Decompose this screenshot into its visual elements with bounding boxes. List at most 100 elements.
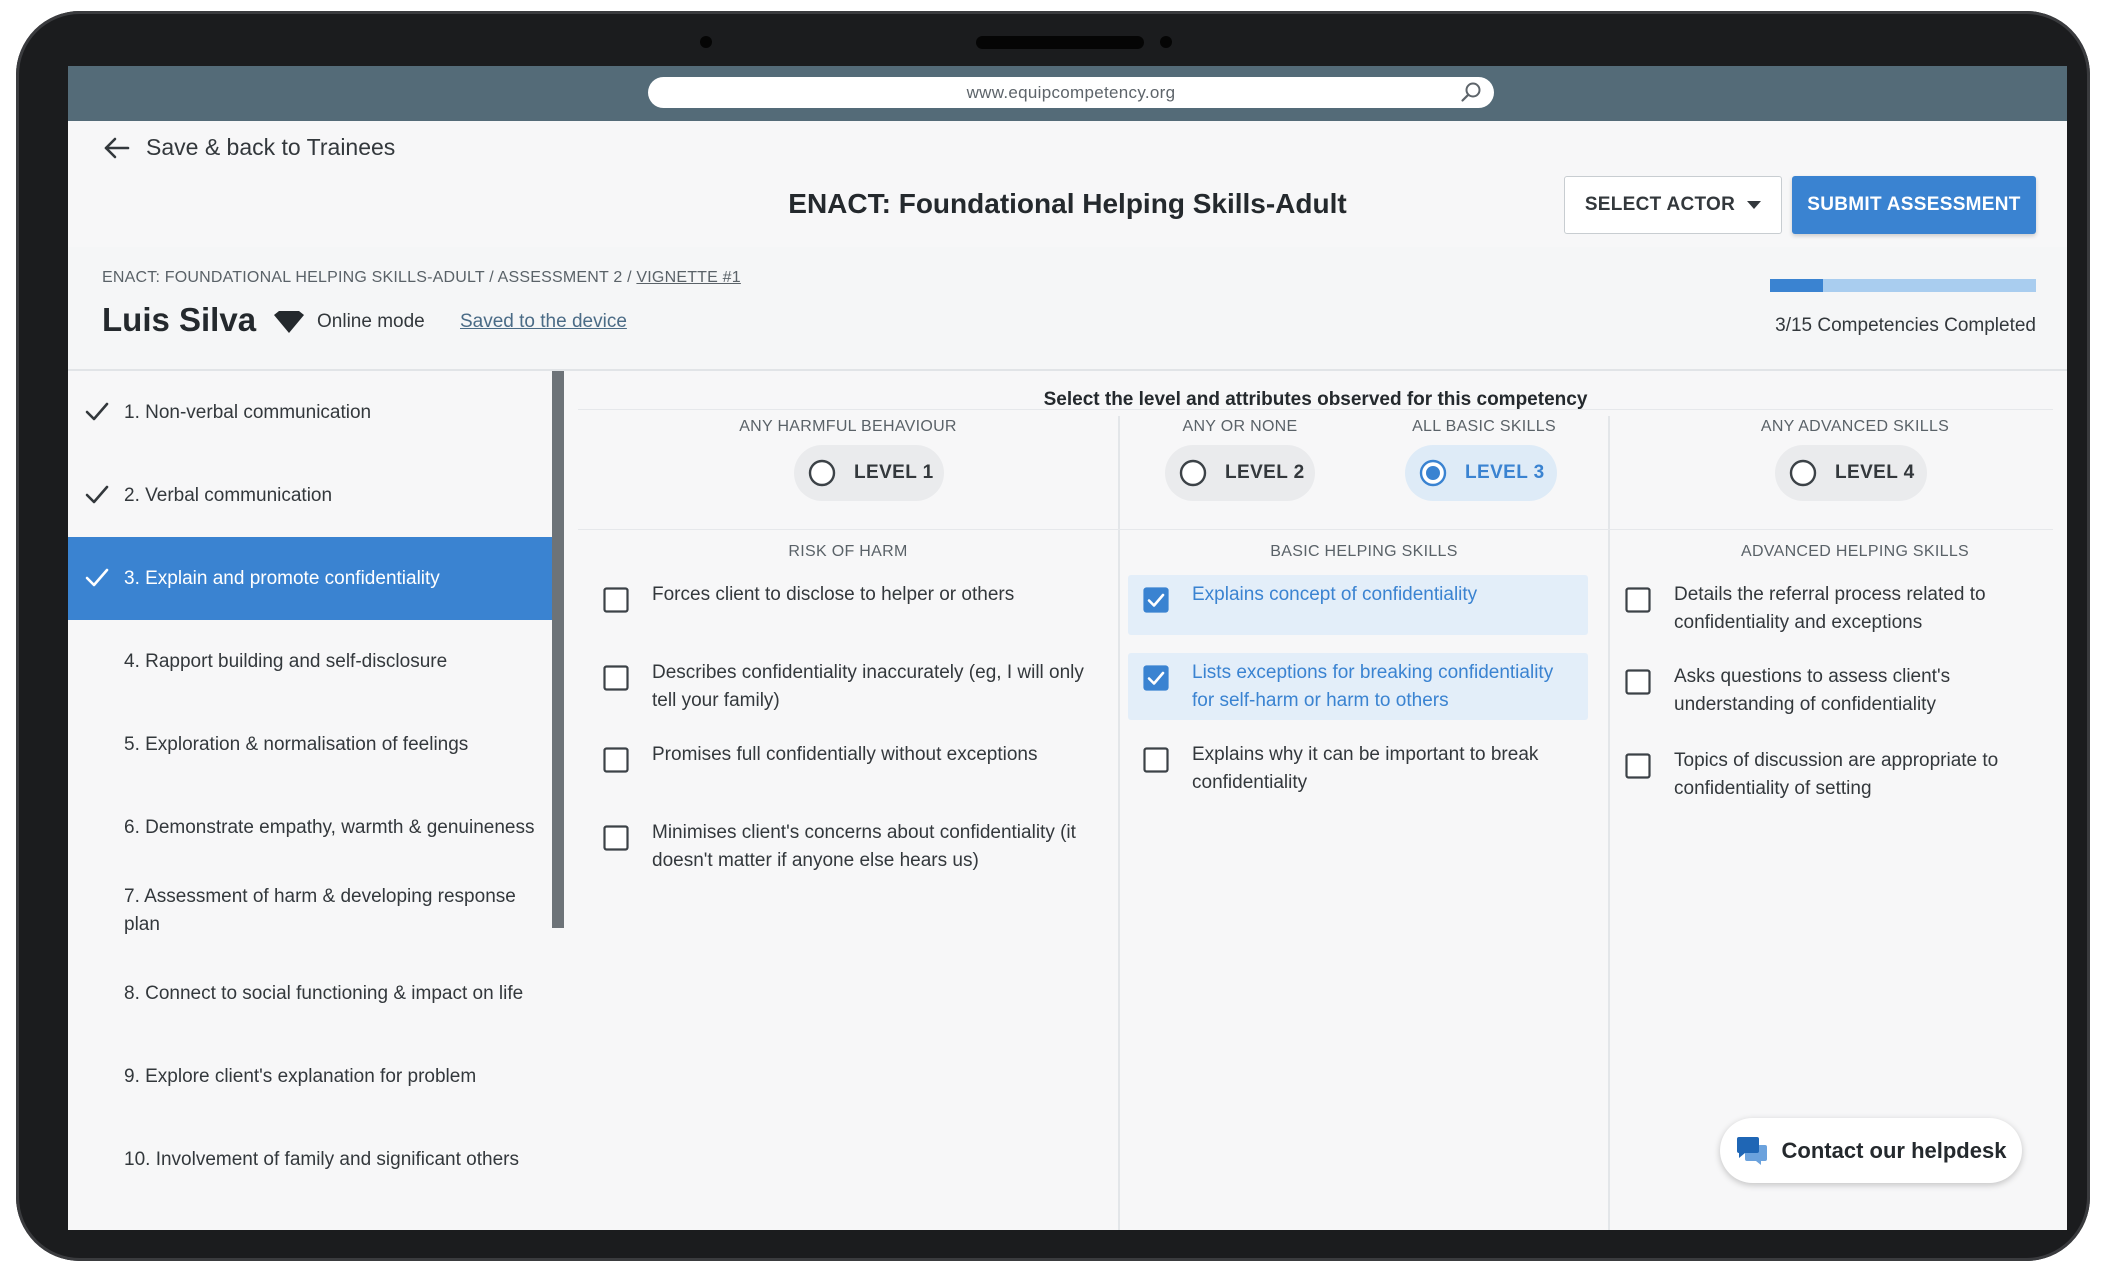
column-divider	[1118, 416, 1120, 1230]
advanced-skill-item[interactable]: Topics of discussion are appropriate to …	[1610, 741, 2067, 809]
radio-selected-icon	[1419, 459, 1447, 487]
search-icon[interactable]	[1460, 81, 1482, 103]
checkbox-empty-icon	[603, 747, 629, 773]
sidebar-item-label: 3. Explain and promote confidentiality	[124, 567, 440, 589]
back-label: Save & back to Trainees	[146, 134, 396, 160]
basic-skill-item[interactable]: Explains concept of confidentiality	[1128, 575, 1588, 635]
progress-label: 3/15 Competencies Completed	[1775, 315, 2036, 336]
checkbox-empty-icon	[1625, 753, 1651, 779]
sidebar-item-5[interactable]: 5. Exploration & normalisation of feelin…	[68, 703, 552, 786]
sidebar-item-label: 8. Connect to social functioning & impac…	[124, 982, 524, 1004]
sensor-dot-icon	[1160, 36, 1172, 48]
breadcrumb-path: ENACT: FOUNDATIONAL HELPING SKILLS-ADULT…	[102, 269, 637, 286]
level-4-option[interactable]: LEVEL 4	[1775, 445, 1927, 501]
level-4-header: ANY ADVANCED SKILLS	[1760, 418, 1950, 435]
radio-unselected-icon	[808, 459, 836, 487]
back-to-trainees-link[interactable]: Save & back to Trainees	[102, 134, 395, 161]
sidebar-item-1[interactable]: 1. Non-verbal communication	[68, 371, 552, 454]
radio-unselected-icon	[1789, 459, 1817, 487]
checkmark-icon	[85, 485, 109, 504]
basic-skill-item[interactable]: Explains why it can be important to brea…	[1128, 735, 1588, 803]
checkbox-empty-icon	[1143, 747, 1169, 773]
mode-label: Online mode	[317, 311, 425, 332]
sidebar-item-label: 7. Assessment of harm & developing respo…	[124, 885, 516, 935]
sidebar-item-9[interactable]: 9. Explore client's explanation for prob…	[68, 1035, 552, 1118]
risk-of-harm-header: RISK OF HARM	[788, 543, 908, 560]
sidebar-scrollbar[interactable]	[552, 371, 564, 928]
submit-assessment-button[interactable]: SUBMIT ASSESSMENT	[1792, 176, 2036, 234]
risk-of-harm-item[interactable]: Minimises client's concerns about confid…	[588, 813, 1108, 881]
basic-skill-item-text: Explains why it can be important to brea…	[1192, 744, 1539, 793]
row-separator	[578, 409, 2053, 410]
risk-of-harm-item[interactable]: Describes confidentiality inaccurately (…	[588, 653, 1108, 721]
advanced-skill-item-text: Details the referral process related to …	[1674, 584, 1986, 633]
arrow-left-icon	[104, 137, 130, 158]
diamond-icon	[274, 311, 304, 333]
device-frame: www.equipcompetency.org Save & back to T…	[16, 11, 2090, 1261]
checkbox-empty-icon	[603, 825, 629, 851]
helpdesk-label: Contact our helpdesk	[1781, 1137, 2007, 1163]
checkbox-checked-icon	[1143, 587, 1169, 613]
sidebar-item-3[interactable]: 3. Explain and promote confidentiality	[68, 537, 552, 620]
checkbox-empty-icon	[603, 587, 629, 613]
app-screen: www.equipcompetency.org Save & back to T…	[68, 66, 2067, 1230]
level-3-option[interactable]: LEVEL 3	[1405, 445, 1557, 501]
browser-bar: www.equipcompetency.org	[68, 66, 2067, 121]
level-4-label: LEVEL 4	[1835, 462, 1915, 483]
url-text: www.equipcompetency.org	[966, 83, 1176, 102]
risk-of-harm-item[interactable]: Promises full confidentially without exc…	[588, 735, 1108, 779]
contact-helpdesk-button[interactable]: Contact our helpdesk	[1720, 1118, 2022, 1183]
level-3-header: ALL BASIC SKILLS	[1412, 418, 1556, 435]
breadcrumb: ENACT: FOUNDATIONAL HELPING SKILLS-ADULT…	[102, 269, 741, 287]
caret-down-icon	[1747, 201, 1762, 209]
sidebar-item-7[interactable]: 7. Assessment of harm & developing respo…	[68, 869, 552, 952]
address-bar[interactable]: www.equipcompetency.org	[648, 77, 1494, 108]
saved-status-link[interactable]: Saved to the device	[460, 311, 627, 333]
column-divider	[1608, 416, 1610, 1230]
assessment-header: ENACT: FOUNDATIONAL HELPING SKILLS-ADULT…	[68, 247, 2067, 371]
competency-sidebar: 1. Non-verbal communication 2. Verbal com…	[68, 371, 552, 1230]
advanced-skill-item-text: Asks questions to assess client's unders…	[1674, 666, 1951, 715]
sidebar-item-label: 10. Involvement of family and significan…	[124, 1148, 519, 1170]
checkmark-icon	[85, 402, 109, 421]
advanced-skills-header: ADVANCED HELPING SKILLS	[1740, 543, 1969, 560]
speaker-grille	[976, 36, 1144, 49]
radio-unselected-icon	[1179, 459, 1207, 487]
risk-of-harm-item-text: Forces client to disclose to helper or o…	[652, 584, 1015, 605]
sidebar-item-label: 6. Demonstrate empathy, warmth & genuine…	[124, 816, 535, 838]
level-2-option[interactable]: LEVEL 2	[1165, 445, 1315, 501]
sidebar-item-6[interactable]: 6. Demonstrate empathy, warmth & genuine…	[68, 786, 552, 869]
sidebar-item-label: 5. Exploration & normalisation of feelin…	[124, 733, 469, 755]
sidebar-item-2[interactable]: 2. Verbal communication	[68, 454, 552, 537]
panel-instruction: Select the level and attributes observed…	[1043, 389, 1588, 410]
sidebar-item-10[interactable]: 10. Involvement of family and significan…	[68, 1118, 552, 1201]
sidebar-item-label: 9. Explore client's explanation for prob…	[124, 1065, 477, 1087]
basic-skill-item[interactable]: Lists exceptions for breaking confidenti…	[1128, 653, 1588, 720]
checkbox-empty-icon	[1625, 669, 1651, 695]
advanced-skill-item[interactable]: Asks questions to assess client's unders…	[1610, 657, 2067, 725]
select-actor-label: SELECT ACTOR	[1584, 194, 1736, 215]
row-separator	[578, 529, 2053, 530]
risk-of-harm-item[interactable]: Forces client to disclose to helper or o…	[588, 575, 1108, 619]
camera-dot-icon	[700, 36, 712, 48]
level-1-header: ANY HARMFUL BEHAVIOUR	[739, 418, 957, 435]
sidebar-item-label: 4. Rapport building and self-disclosure	[124, 650, 448, 672]
checkmark-icon	[85, 568, 109, 587]
basic-skills-header: BASIC HELPING SKILLS	[1270, 543, 1458, 560]
advanced-skill-item-text: Topics of discussion are appropriate to …	[1674, 750, 1999, 799]
level-1-label: LEVEL 1	[854, 462, 934, 483]
progress-bar-fill	[1770, 279, 1824, 292]
sidebar-item-8[interactable]: 8. Connect to social functioning & impac…	[68, 952, 552, 1035]
competency-panel: Select the level and attributes observed…	[564, 371, 2067, 1230]
risk-of-harm-item-text: Describes confidentiality inaccurately (…	[652, 662, 1084, 711]
checkbox-empty-icon	[603, 665, 629, 691]
level-1-option[interactable]: LEVEL 1	[794, 445, 944, 501]
connection-mode: Online mode	[273, 310, 425, 334]
sidebar-item-label: 2. Verbal communication	[124, 484, 333, 506]
sidebar-item-4[interactable]: 4. Rapport building and self-disclosure	[68, 620, 552, 703]
select-actor-dropdown[interactable]: SELECT ACTOR	[1564, 176, 1782, 234]
level-3-label: LEVEL 3	[1465, 462, 1545, 483]
checkbox-empty-icon	[1625, 587, 1651, 613]
breadcrumb-current-link[interactable]: VIGNETTE #1	[636, 269, 740, 286]
advanced-skill-item[interactable]: Details the referral process related to …	[1610, 575, 2067, 643]
